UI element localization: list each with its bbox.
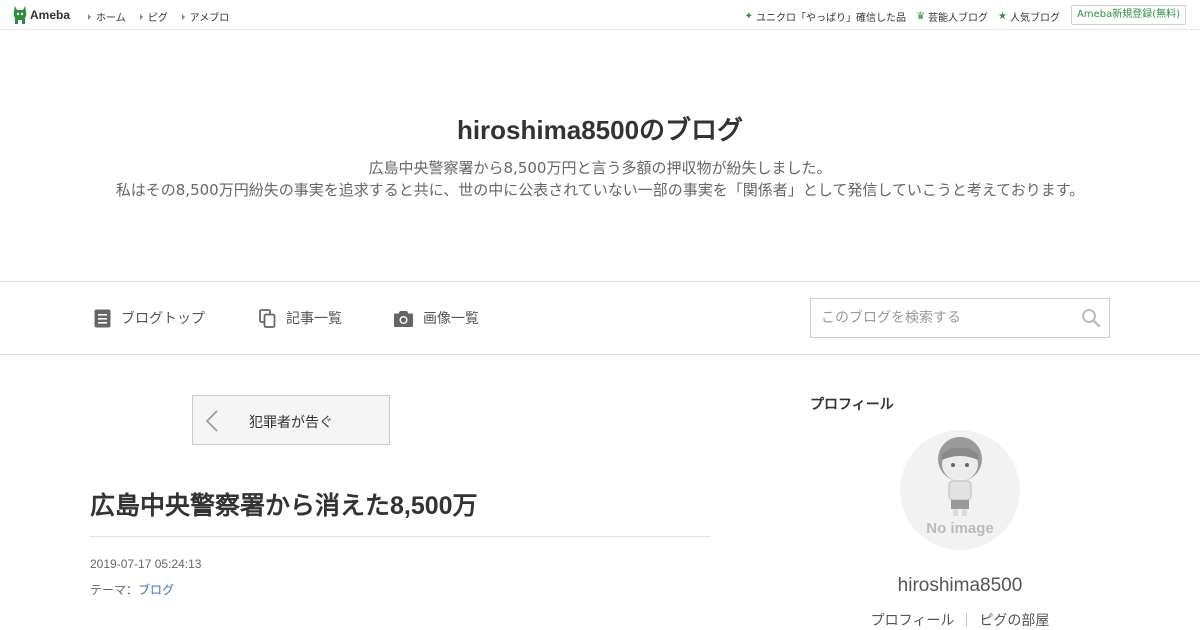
global-nav-ameblo[interactable]: アメブロ	[181, 9, 230, 24]
sparkle-icon: ✦	[744, 11, 754, 22]
global-nav-home[interactable]: ホーム	[88, 9, 126, 24]
ameba-logo[interactable]: Ameba	[13, 6, 70, 24]
profile-heading: プロフィール	[810, 397, 894, 413]
blog-title[interactable]: hiroshima8500のブログ	[0, 110, 1200, 147]
profile-name[interactable]: hiroshima8500	[810, 575, 1110, 597]
prev-entry-button[interactable]: 犯罪者が告ぐ	[192, 395, 390, 445]
theme-link[interactable]: ブログ	[138, 583, 174, 597]
arrow-right-icon	[139, 13, 143, 20]
entry-title[interactable]: 広島中央警察署から消えた8,500万	[90, 486, 478, 522]
entry-theme: テーマ：ブログ	[90, 581, 174, 598]
camera-icon	[394, 310, 413, 327]
blog-description: 広島中央警察署から8,500万円と言う多額の押収物が紛失しました。 私はその8,…	[0, 157, 1200, 201]
logo-text: Ameba	[30, 8, 71, 22]
blog-description-line: 広島中央警察署から8,500万円と言う多額の押収物が紛失しました。	[368, 159, 832, 177]
no-image-label: No image	[926, 520, 994, 537]
divider	[90, 536, 710, 537]
avatar[interactable]: No image	[900, 430, 1020, 550]
profile-links: プロフィール ピグの部屋	[810, 610, 1110, 630]
nav-image-list[interactable]: 画像一覧	[394, 308, 479, 328]
prev-entry-label: 犯罪者が告ぐ	[249, 415, 333, 431]
chevron-left-icon	[205, 410, 218, 432]
pigg-room-link[interactable]: ピグの部屋	[979, 610, 1049, 630]
signup-button[interactable]: Ameba新規登録(無料)	[1070, 5, 1186, 25]
global-header: Ameba ホーム ピグ アメブロ ✦ ユニクロ「やっぱり」確信した品 ♛ 芸能人ブ…	[0, 0, 1200, 30]
arrow-right-icon	[88, 13, 91, 20]
promo-link-uniqlo[interactable]: ✦ ユニクロ「やっぱり」確信した品	[745, 9, 906, 24]
global-nav: ホーム ピグ アメブロ	[88, 9, 229, 24]
global-nav-label: アメブロ	[189, 13, 230, 24]
nav-label: 画像一覧	[423, 311, 479, 327]
crown-icon: ♛	[916, 11, 926, 22]
promo-link-popular[interactable]: ★ 人気ブログ	[998, 9, 1060, 24]
blog-nav: ブログトップ 記事一覧 画像一覧	[0, 281, 1200, 355]
blog-description-line: 私はその8,500万円紛失の事実を追求すると共に、世の中に公表されていない一部の…	[115, 181, 1085, 199]
entry-date: 2019-07-17 05:24:13	[90, 557, 202, 571]
ameba-mascot-icon	[13, 6, 27, 24]
promo-link-label: 人気ブログ	[1010, 13, 1060, 24]
nav-label: ブログトップ	[121, 311, 205, 327]
nav-blog-top[interactable]: ブログトップ	[94, 308, 205, 328]
search-icon[interactable]	[1081, 308, 1101, 328]
nav-article-list[interactable]: 記事一覧	[259, 308, 342, 328]
nav-label: 記事一覧	[286, 311, 342, 327]
promo-link-label: 芸能人ブログ	[928, 13, 989, 24]
document-icon	[94, 309, 111, 327]
promo-link-label: ユニクロ「やっぱり」確信した品	[756, 13, 907, 24]
profile-link[interactable]: プロフィール	[871, 610, 955, 630]
blog-search	[810, 298, 1110, 338]
divider	[966, 613, 968, 627]
search-input[interactable]	[811, 299, 1071, 337]
global-nav-label: ホーム	[96, 13, 126, 24]
copy-icon	[259, 308, 276, 328]
global-nav-label: ピグ	[147, 13, 168, 24]
theme-prefix: テーマ：	[90, 583, 139, 597]
global-nav-pigg[interactable]: ピグ	[139, 9, 168, 24]
promo-links: ✦ ユニクロ「やっぱり」確信した品 ♛ 芸能人ブログ ★ 人気ブログ	[745, 9, 1060, 24]
arrow-right-icon	[181, 13, 185, 20]
star-icon: ★	[998, 11, 1007, 22]
promo-link-celebrity[interactable]: ♛ 芸能人ブログ	[916, 9, 988, 24]
